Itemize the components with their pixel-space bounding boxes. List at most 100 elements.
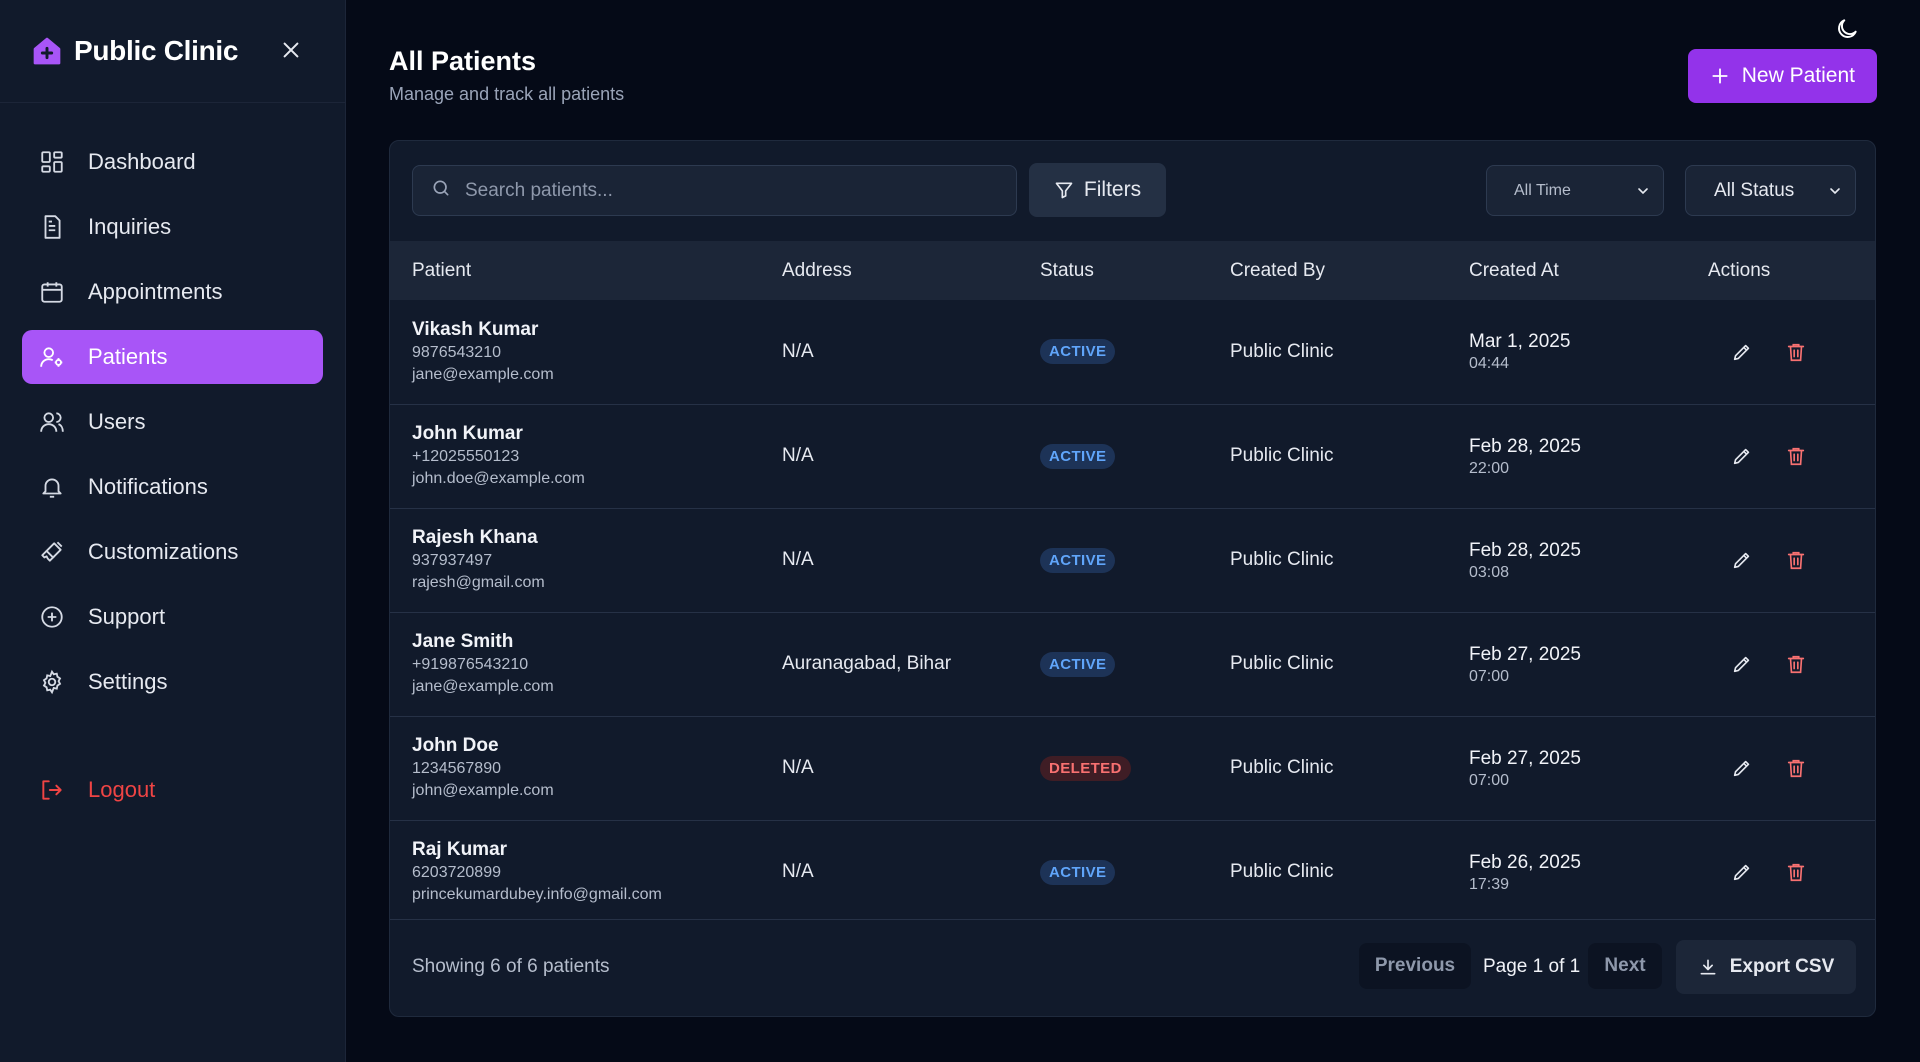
edit-icon[interactable] — [1728, 546, 1756, 574]
patient-name[interactable]: Rajesh Khana — [412, 526, 782, 550]
created-date: Feb 28, 2025 — [1469, 435, 1581, 457]
patient-name[interactable]: Raj Kumar — [412, 838, 782, 862]
patients-card: Filters All Time All Status — [389, 140, 1876, 1017]
sidebar-item-users[interactable]: Users — [22, 395, 323, 449]
patient-email: jane@example.com — [412, 678, 554, 695]
patient-email: john.doe@example.com — [412, 470, 585, 487]
created-at-cell: Feb 27, 2025 07:00 — [1469, 612, 1708, 716]
status-filter-select[interactable]: All Status — [1685, 165, 1856, 216]
actions-cell — [1708, 404, 1875, 508]
status-badge: ACTIVE — [1040, 443, 1116, 469]
delete-icon[interactable] — [1782, 442, 1810, 470]
patient-phone: 937937497 — [412, 552, 493, 569]
search-input[interactable] — [465, 179, 985, 202]
created-by-cell: Public Clinic — [1230, 757, 1334, 778]
dashboard-icon — [38, 148, 66, 176]
patient-email: princekumardubey.info@gmail.com — [412, 886, 662, 904]
column-header-created-at: Created At — [1469, 259, 1559, 281]
sidebar-item-label: Patients — [88, 344, 168, 369]
edit-icon[interactable] — [1728, 338, 1756, 366]
status-cell: ACTIVE — [1040, 300, 1230, 404]
table-row: Rajesh Khana 937937497 rajesh@gmail.com … — [390, 508, 1875, 612]
created-at-cell: Mar 1, 2025 04:44 — [1469, 300, 1708, 404]
sidebar: Public Clinic Dashboard Inquiries Appoin… — [0, 0, 346, 1062]
patient-name[interactable]: John Kumar — [412, 422, 782, 446]
patients-table: Patient Address Status Created By Create… — [390, 241, 1875, 924]
address-cell: N/A — [782, 757, 814, 778]
patient-cell: Raj Kumar 6203720899 princekumardubey.in… — [390, 820, 782, 924]
patient-email: rajesh@gmail.com — [412, 574, 545, 591]
sidebar-item-support[interactable]: Support — [22, 590, 323, 644]
status-cell: ACTIVE — [1040, 508, 1230, 612]
actions-cell — [1708, 612, 1875, 716]
delete-icon[interactable] — [1782, 650, 1810, 678]
table-footer: Showing 6 of 6 patients Previous Page 1 … — [390, 919, 1875, 1016]
sidebar-item-label: Users — [88, 409, 146, 434]
delete-icon[interactable] — [1782, 754, 1810, 782]
patient-phone: 1234567890 — [412, 760, 501, 777]
created-time: 04:44 — [1469, 355, 1510, 373]
sidebar-item-notifications[interactable]: Notifications — [22, 460, 323, 514]
patient-email: john@example.com — [412, 782, 554, 799]
edit-icon[interactable] — [1728, 858, 1756, 886]
close-icon[interactable] — [277, 36, 305, 64]
created-at-cell: Feb 28, 2025 22:00 — [1469, 404, 1708, 508]
filters-button[interactable]: Filters — [1029, 163, 1166, 217]
delete-icon[interactable] — [1782, 858, 1810, 886]
created-by-cell: Public Clinic — [1230, 861, 1334, 883]
delete-icon[interactable] — [1782, 338, 1810, 366]
logout-button[interactable]: Logout — [22, 763, 323, 817]
delete-icon[interactable] — [1782, 546, 1810, 574]
sidebar-item-customizations[interactable]: Customizations — [22, 525, 323, 579]
page-header: All Patients Manage and track all patien… — [389, 0, 1877, 140]
document-icon — [38, 213, 66, 241]
address-cell: N/A — [782, 340, 814, 362]
column-header-actions: Actions — [1708, 259, 1771, 281]
page-subtitle: Manage and track all patients — [389, 84, 625, 104]
patient-name[interactable]: Jane Smith — [412, 630, 782, 654]
brush-icon — [38, 538, 66, 566]
table-row: Vikash Kumar 9876543210 jane@example.com… — [390, 300, 1875, 404]
created-at-cell: Feb 28, 2025 03:08 — [1469, 508, 1708, 612]
new-patient-button[interactable]: New Patient — [1687, 49, 1877, 103]
showing-count: Showing 6 of 6 patients — [412, 956, 610, 977]
table-header-row: Patient Address Status Created By Create… — [390, 241, 1875, 300]
time-filter-select[interactable]: All Time — [1486, 165, 1664, 216]
previous-button[interactable]: Previous — [1359, 943, 1471, 989]
home-plus-icon — [30, 34, 64, 68]
table-row: Jane Smith +919876543210 jane@example.co… — [390, 612, 1875, 716]
patient-name[interactable]: Vikash Kumar — [412, 318, 782, 342]
edit-icon[interactable] — [1728, 442, 1756, 470]
plus-icon — [1710, 66, 1730, 86]
status-badge: ACTIVE — [1040, 651, 1116, 677]
status-cell: ACTIVE — [1040, 404, 1230, 508]
next-button[interactable]: Next — [1588, 943, 1662, 989]
sidebar-item-label: Support — [88, 604, 166, 629]
sidebar-nav: Dashboard Inquiries Appointments Patient… — [0, 103, 345, 817]
sidebar-item-inquiries[interactable]: Inquiries — [22, 200, 323, 254]
patient-name[interactable]: John Doe — [412, 734, 782, 758]
search-icon — [431, 178, 451, 203]
sidebar-item-settings[interactable]: Settings — [22, 655, 323, 709]
actions-cell — [1708, 716, 1875, 820]
users-icon — [38, 408, 66, 436]
actions-cell — [1708, 300, 1875, 404]
edit-icon[interactable] — [1728, 650, 1756, 678]
column-header-status: Status — [1040, 259, 1094, 281]
logout-label: Logout — [88, 777, 156, 802]
calendar-icon — [38, 278, 66, 306]
sidebar-item-label: Inquiries — [88, 214, 172, 239]
column-header-patient: Patient — [412, 259, 472, 281]
created-by-cell: Public Clinic — [1230, 549, 1334, 570]
sidebar-item-appointments[interactable]: Appointments — [22, 265, 323, 319]
patient-cell: John Kumar +12025550123 john.doe@example… — [390, 404, 782, 508]
sidebar-item-patients[interactable]: Patients — [22, 330, 323, 384]
patient-phone: 9876543210 — [412, 343, 501, 361]
search-box — [412, 165, 1017, 216]
sidebar-item-dashboard[interactable]: Dashboard — [22, 135, 323, 189]
created-by-cell: Public Clinic — [1230, 445, 1334, 466]
edit-icon[interactable] — [1728, 754, 1756, 782]
sidebar-item-label: Appointments — [88, 279, 223, 304]
patient-phone: +12025550123 — [412, 448, 520, 465]
export-csv-button[interactable]: Export CSV — [1676, 940, 1856, 994]
